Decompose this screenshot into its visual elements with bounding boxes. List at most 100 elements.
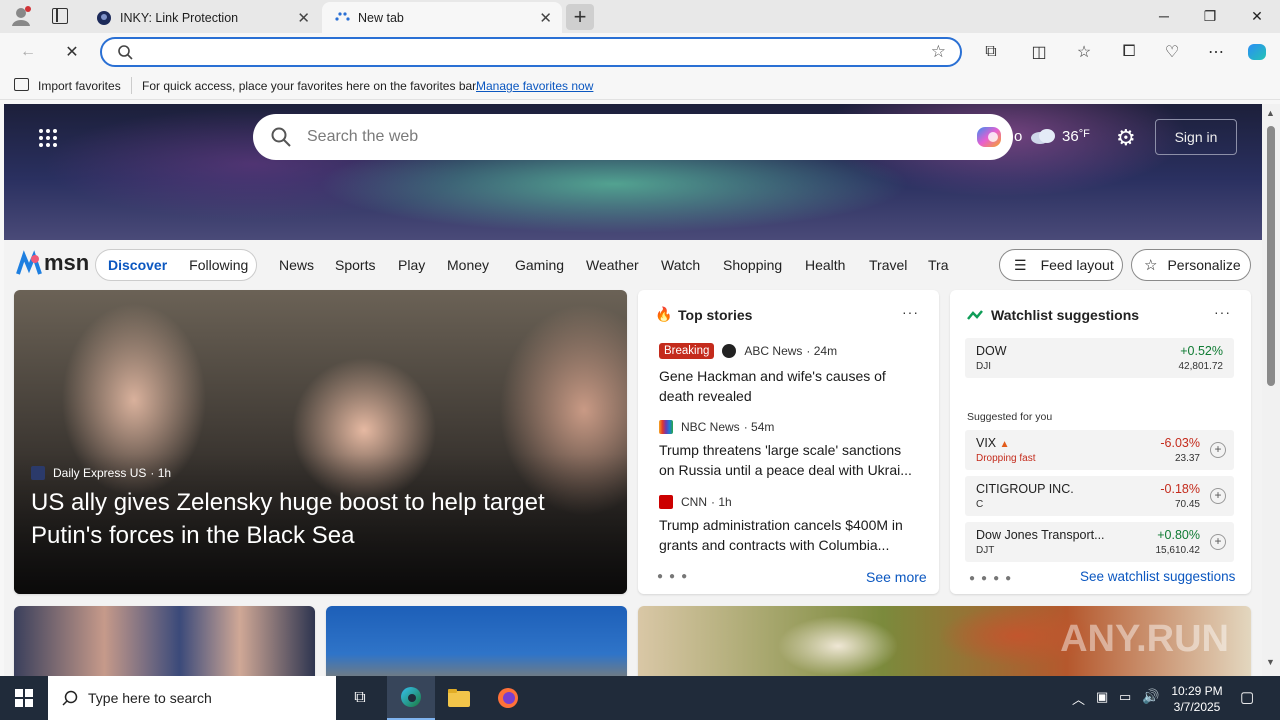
notifications-icon[interactable]: ▢ bbox=[1240, 688, 1254, 706]
tab-following[interactable]: Following bbox=[189, 257, 248, 273]
story-title: Trump administration cancels $400M in gr… bbox=[659, 517, 903, 553]
cnn-icon bbox=[659, 495, 673, 509]
close-tab-icon[interactable]: ✕ bbox=[297, 9, 310, 27]
ticker-value: 15,610.42 bbox=[1155, 545, 1201, 556]
watchlist-row[interactable]: CITIGROUP INC. C -0.18% 70.45 + bbox=[965, 476, 1234, 516]
nav-health[interactable]: Health bbox=[805, 257, 845, 273]
nav-sports[interactable]: Sports bbox=[335, 257, 375, 273]
nav-shopping[interactable]: Shopping bbox=[723, 257, 782, 273]
scroll-up-icon[interactable]: ▲ bbox=[1266, 108, 1275, 118]
cloud-icon[interactable] bbox=[1028, 126, 1058, 151]
add-to-watchlist-icon[interactable]: + bbox=[1210, 488, 1226, 504]
settings-more-icon[interactable]: ⋯ bbox=[1205, 41, 1227, 63]
tab-discover[interactable]: Discover bbox=[108, 257, 167, 273]
nav-weather[interactable]: Weather bbox=[586, 257, 639, 273]
taskbar-search-input[interactable]: Type here to search bbox=[88, 690, 212, 706]
manage-favorites-link[interactable]: Manage favorites now bbox=[476, 79, 593, 93]
extensions-icon[interactable]: ⧉ bbox=[980, 41, 1002, 63]
watchlist-row[interactable]: VIX ▲ Dropping fast -6.03% 23.37 + bbox=[965, 430, 1234, 470]
close-tab-icon[interactable]: ✕ bbox=[539, 9, 552, 27]
main-story-card[interactable]: Daily Express US · 1h US ally gives Zele… bbox=[14, 290, 627, 594]
taskbar-search[interactable]: Type here to search bbox=[48, 676, 336, 720]
ticker-name-text: VIX bbox=[976, 436, 997, 450]
watchlist-title: Watchlist suggestions bbox=[991, 307, 1140, 323]
favorites-icon[interactable]: ☆ bbox=[1073, 41, 1095, 63]
file-explorer-icon[interactable] bbox=[435, 676, 483, 720]
profile-icon[interactable] bbox=[10, 5, 32, 27]
volume-icon[interactable]: 🔊 bbox=[1142, 688, 1159, 705]
scrollbar-thumb[interactable] bbox=[1267, 126, 1275, 386]
msn-logo-text: msn bbox=[44, 250, 90, 275]
carousel-dots[interactable]: ●●● bbox=[657, 571, 693, 582]
copilot-icon[interactable] bbox=[1246, 41, 1268, 63]
copilot-search-icon[interactable] bbox=[975, 123, 1003, 156]
personalize-label: Personalize bbox=[1167, 257, 1241, 273]
story-item[interactable]: NBC News · 54m Trump threatens 'large sc… bbox=[659, 418, 919, 480]
flame-icon: ▲ bbox=[999, 439, 1010, 450]
restore-button[interactable]: ❐ bbox=[1187, 0, 1233, 32]
page-scrollbar[interactable]: ▲ ▼ bbox=[1262, 104, 1280, 676]
more-options-icon[interactable]: ··· bbox=[902, 304, 919, 320]
web-search-box[interactable]: Search the web bbox=[253, 114, 1013, 160]
stock-trend-icon bbox=[967, 308, 983, 326]
sign-in-button[interactable]: Sign in bbox=[1155, 119, 1237, 155]
taskbar-clock[interactable]: 10:29 PM 3/7/2025 bbox=[1166, 683, 1228, 715]
tab-inky[interactable]: INKY: Link Protection ✕ bbox=[84, 2, 320, 33]
story-card-image[interactable] bbox=[14, 606, 315, 676]
personalize-button[interactable]: ☆ Personalize bbox=[1131, 249, 1251, 281]
feed-layout-button[interactable]: ☰ Feed layout bbox=[999, 249, 1123, 281]
minimize-button[interactable]: ─ bbox=[1141, 0, 1187, 32]
apps-launcher-icon[interactable] bbox=[38, 128, 58, 148]
story-card-image[interactable] bbox=[326, 606, 627, 676]
add-to-watchlist-icon[interactable]: + bbox=[1210, 442, 1226, 458]
collections-icon[interactable]: ⧠ bbox=[1118, 41, 1140, 63]
close-window-button[interactable]: ✕ bbox=[1234, 0, 1280, 32]
more-options-icon[interactable]: ··· bbox=[1214, 304, 1231, 320]
import-favorites-button[interactable]: Import favorites bbox=[38, 79, 121, 93]
main-headline[interactable]: US ally gives Zelensky huge boost to hel… bbox=[31, 486, 601, 552]
watchlist-row[interactable]: DOW DJI +0.52% 42,801.72 bbox=[965, 338, 1234, 378]
scroll-down-icon[interactable]: ▼ bbox=[1266, 657, 1275, 667]
story-meta: NBC News · 54m bbox=[659, 418, 919, 436]
web-search-input[interactable]: Search the web bbox=[307, 128, 418, 146]
nav-gaming[interactable]: Gaming bbox=[515, 257, 564, 273]
see-watchlist-link[interactable]: See watchlist suggestions bbox=[1080, 569, 1235, 584]
story-card-image[interactable]: ANY.RUN bbox=[638, 606, 1251, 676]
watchlist-card: Watchlist suggestions ··· DOW DJI +0.52%… bbox=[950, 290, 1251, 594]
watchlist-row[interactable]: Dow Jones Transport... DJT +0.80% 15,610… bbox=[965, 522, 1234, 562]
import-favorites-icon[interactable] bbox=[14, 78, 29, 91]
ticker-value: 23.37 bbox=[1174, 453, 1200, 464]
task-view-icon[interactable]: ⧉ bbox=[336, 676, 384, 720]
carousel-dots[interactable]: ●●●● bbox=[969, 573, 1017, 584]
story-item[interactable]: Breaking ABC News · 24m Gene Hackman and… bbox=[659, 342, 919, 406]
hero-banner: Search the web o 36°F ⚙ Sign in bbox=[4, 104, 1262, 240]
add-to-watchlist-icon[interactable]: + bbox=[1210, 534, 1226, 550]
nav-play[interactable]: Play bbox=[398, 257, 425, 273]
tab-actions-icon[interactable] bbox=[52, 8, 68, 24]
network-icon[interactable]: ▭ bbox=[1119, 689, 1131, 705]
see-more-link[interactable]: See more bbox=[866, 569, 927, 585]
edge-app-icon[interactable] bbox=[387, 676, 435, 720]
device-icon[interactable]: ▣ bbox=[1096, 689, 1108, 705]
nav-money[interactable]: Money bbox=[447, 257, 489, 273]
settings-gear-icon[interactable]: ⚙ bbox=[1116, 125, 1136, 151]
back-icon[interactable]: ← bbox=[17, 41, 39, 63]
msn-logo[interactable]: msn bbox=[16, 250, 89, 276]
nav-watch[interactable]: Watch bbox=[661, 257, 700, 273]
weather-temperature[interactable]: 36°F bbox=[1062, 128, 1090, 145]
address-bar[interactable]: ☆ bbox=[100, 37, 962, 67]
nav-traffic[interactable]: Tra bbox=[928, 257, 950, 273]
firefox-icon[interactable] bbox=[484, 676, 532, 720]
tab-new-tab[interactable]: New tab ✕ bbox=[322, 2, 562, 33]
story-item[interactable]: CNN · 1h Trump administration cancels $4… bbox=[659, 493, 919, 555]
split-screen-icon[interactable]: ◫ bbox=[1028, 41, 1050, 63]
sliders-icon: ☰ bbox=[1014, 256, 1027, 273]
new-tab-button[interactable]: + bbox=[566, 4, 594, 30]
start-button[interactable] bbox=[0, 676, 48, 720]
favorite-star-icon[interactable]: ☆ bbox=[931, 42, 946, 62]
nav-news[interactable]: News bbox=[279, 257, 314, 273]
show-hidden-icons[interactable]: ︿ bbox=[1072, 689, 1085, 708]
nav-travel[interactable]: Travel bbox=[869, 257, 907, 273]
browser-essentials-icon[interactable]: ♡ bbox=[1161, 41, 1183, 63]
stop-loading-icon[interactable]: ✕ bbox=[61, 41, 83, 63]
